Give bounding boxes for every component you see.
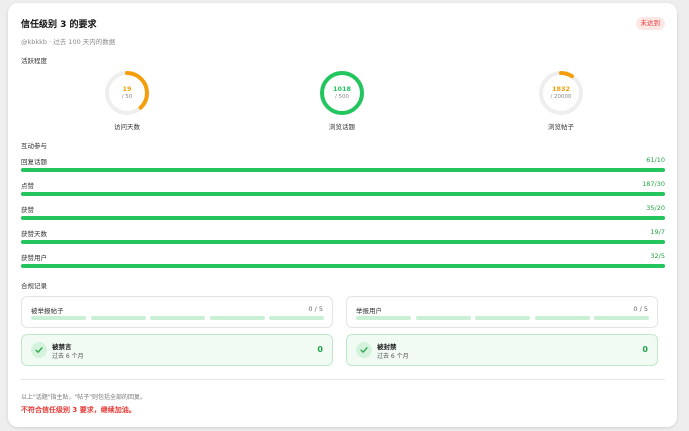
progress-fill: [21, 192, 665, 196]
suspended-box: 被封禁 过去 6 个月 0: [346, 334, 658, 366]
bar-label: 获赞用户: [21, 254, 47, 262]
bar-label: 获赞天数: [21, 230, 47, 238]
progress-fill: [21, 216, 665, 220]
bar-label: 获赞: [21, 206, 34, 214]
posts-viewed-progress-ring: [539, 71, 583, 115]
visit-days-max: / 50: [121, 94, 133, 100]
reported-users-count: 0 / 5: [633, 305, 648, 313]
reported-posts-label: 被举报帖子: [31, 307, 64, 315]
reported-posts-segments: [31, 316, 324, 320]
progress-fill: [21, 264, 665, 268]
check-icon: [31, 342, 47, 358]
segment: [269, 316, 324, 320]
reported-posts-box: 被举报帖子 0 / 5: [21, 296, 333, 328]
silenced-title: 被禁言: [52, 343, 72, 351]
segment: [31, 316, 86, 320]
posts-viewed-ring: 1832 / 20000: [538, 70, 584, 116]
silenced-count: 0: [317, 345, 323, 354]
bar-label: 点赞: [21, 182, 34, 190]
segment: [356, 316, 411, 320]
topics-viewed-max: / 500: [334, 94, 350, 100]
liked-users-requirement: 获赞用户 32/5: [21, 252, 665, 272]
replies-requirement: 回复话题 61/10: [21, 156, 665, 176]
visit-days-progress-ring: [105, 71, 149, 115]
silenced-box: 被禁言 过去 6 个月 0: [21, 334, 333, 366]
topics-viewed-value: 1018: [332, 85, 352, 93]
interaction-section-label: 互动参与: [21, 142, 47, 150]
visit-days-value: 19: [122, 85, 132, 93]
bar-label: 回复话题: [21, 158, 47, 166]
reported-users-segments: [356, 316, 649, 320]
trust-level-card: 信任级别 3 的要求 未达到 @kbkkb · 过去 100 天内的数据 活跃程…: [8, 3, 677, 427]
segment: [594, 316, 649, 320]
bar-value: 32/5: [650, 252, 665, 260]
reported-users-label: 举报用户: [356, 307, 382, 315]
divider: [21, 379, 665, 380]
suspended-title: 被封禁: [377, 343, 397, 351]
progress-track: [21, 240, 665, 244]
suspended-period: 过去 6 个月: [377, 353, 409, 360]
silenced-period: 过去 6 个月: [52, 353, 84, 360]
segment: [150, 316, 205, 320]
posts-viewed-max: / 20000: [550, 94, 572, 100]
topics-viewed-ring: 1018 / 500: [319, 70, 365, 116]
segment: [475, 316, 530, 320]
topics-viewed-label: 浏览话题: [329, 123, 355, 131]
segment: [90, 316, 146, 320]
progress-track: [21, 264, 665, 268]
activity-section-label: 活跃程度: [21, 57, 47, 65]
liked-days-requirement: 获赞天数 19/7: [21, 228, 665, 248]
segment: [209, 316, 265, 320]
progress-track: [21, 216, 665, 220]
page-subtitle: @kbkkb · 过去 100 天内的数据: [21, 38, 116, 46]
visit-days-label: 访问天数: [114, 123, 140, 131]
bar-value: 19/7: [650, 228, 665, 236]
posts-viewed-label: 浏览帖子: [548, 123, 574, 131]
visit-days-ring: 19 / 50: [104, 70, 150, 116]
progress-fill: [21, 240, 665, 244]
page-title: 信任级别 3 的要求: [21, 20, 97, 30]
segment: [534, 316, 590, 320]
status-badge: 未达到: [635, 17, 665, 30]
likes-received-requirement: 获赞 35/20: [21, 204, 665, 224]
progress-track: [21, 168, 665, 172]
likes-given-requirement: 点赞 187/30: [21, 180, 665, 200]
segment: [415, 316, 471, 320]
bar-value: 61/10: [646, 156, 665, 164]
footnote: 以上"话题"指主贴，"帖子"则包括全部的回复。: [21, 394, 147, 401]
reported-posts-count: 0 / 5: [308, 305, 323, 313]
reported-users-box: 举报用户 0 / 5: [346, 296, 658, 328]
check-icon: [356, 342, 372, 358]
topics-viewed-progress-ring: [320, 71, 364, 115]
suspended-count: 0: [642, 345, 648, 354]
progress-track: [21, 192, 665, 196]
compliance-section-label: 合规记录: [21, 282, 47, 290]
result-message: 不符合信任级别 3 要求，继续加油。: [21, 406, 136, 414]
posts-viewed-value: 1832: [551, 85, 571, 93]
bar-value: 35/20: [646, 204, 665, 212]
progress-fill: [21, 168, 665, 172]
bar-value: 187/30: [642, 180, 665, 188]
